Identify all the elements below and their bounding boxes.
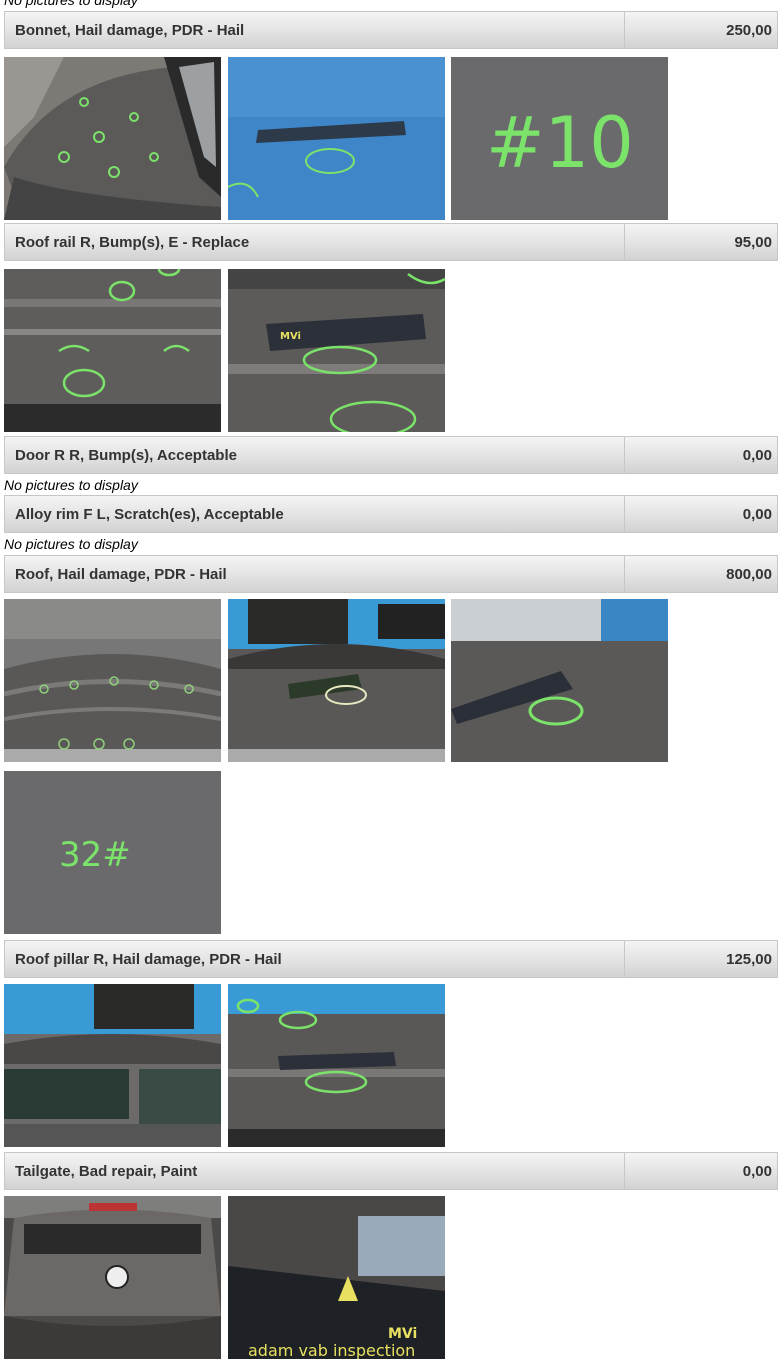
- damage-label: Alloy rim F L, Scratch(es), Acceptable: [15, 506, 284, 523]
- column-divider: [624, 496, 625, 532]
- damage-amount: 250,00: [726, 22, 772, 39]
- photo-thumbnail[interactable]: [4, 57, 221, 220]
- damage-row-tailgate[interactable]: Tailgate, Bad repair, Paint 0,00: [4, 1152, 778, 1190]
- photo-thumbnail[interactable]: [228, 984, 445, 1147]
- column-divider: [624, 556, 625, 592]
- damage-amount: 800,00: [726, 566, 772, 583]
- no-pictures-note-top: No pictures to display: [4, 0, 138, 8]
- damage-row-bonnet[interactable]: Bonnet, Hail damage, PDR - Hail 250,00: [4, 11, 778, 49]
- damage-amount: 125,00: [726, 951, 772, 968]
- damage-row-alloy-rim[interactable]: Alloy rim F L, Scratch(es), Acceptable 0…: [4, 495, 778, 533]
- damage-label: Roof rail R, Bump(s), E - Replace: [15, 234, 250, 251]
- photo-thumbnail[interactable]: [4, 269, 221, 432]
- photo-thumbnail[interactable]: [4, 599, 221, 762]
- photo-thumbnail[interactable]: MVi adam vab inspection: [228, 1196, 445, 1359]
- damage-label: Roof, Hail damage, PDR - Hail: [15, 566, 227, 583]
- ruler-brand: MVi: [388, 1326, 417, 1342]
- photo-thumbnail[interactable]: 32#: [4, 771, 221, 934]
- marker-text: #10: [486, 102, 634, 184]
- column-divider: [624, 437, 625, 473]
- damage-label: Bonnet, Hail damage, PDR - Hail: [15, 22, 245, 39]
- photo-thumbnail[interactable]: [4, 1196, 221, 1359]
- column-divider: [624, 224, 625, 260]
- photo-thumbnail[interactable]: [451, 599, 668, 762]
- damage-label: Roof pillar R, Hail damage, PDR - Hail: [15, 951, 282, 968]
- column-divider: [624, 12, 625, 48]
- damage-row-roof-pillar[interactable]: Roof pillar R, Hail damage, PDR - Hail 1…: [4, 940, 778, 978]
- photo-thumbnail[interactable]: MVi: [228, 269, 445, 432]
- no-pictures-note: No pictures to display: [4, 477, 138, 493]
- damage-amount: 95,00: [734, 234, 772, 251]
- ruler-caption: adam vab inspection: [248, 1341, 415, 1359]
- damage-amount: 0,00: [742, 1163, 772, 1180]
- ruler-brand: MVi: [280, 331, 301, 342]
- photo-thumbnail[interactable]: #10: [451, 57, 668, 220]
- damage-label: Door R R, Bump(s), Acceptable: [15, 447, 237, 464]
- damage-label: Tailgate, Bad repair, Paint: [15, 1163, 198, 1180]
- damage-row-roof[interactable]: Roof, Hail damage, PDR - Hail 800,00: [4, 555, 778, 593]
- damage-amount: 0,00: [742, 447, 772, 464]
- photo-thumbnail[interactable]: [228, 599, 445, 762]
- damage-amount: 0,00: [742, 506, 772, 523]
- column-divider: [624, 941, 625, 977]
- photo-thumbnail[interactable]: [4, 984, 221, 1147]
- damage-row-door[interactable]: Door R R, Bump(s), Acceptable 0,00: [4, 436, 778, 474]
- marker-text: 32#: [59, 835, 131, 875]
- photo-thumbnail[interactable]: [228, 57, 445, 220]
- damage-row-roof-rail[interactable]: Roof rail R, Bump(s), E - Replace 95,00: [4, 223, 778, 261]
- column-divider: [624, 1153, 625, 1189]
- no-pictures-note: No pictures to display: [4, 536, 138, 552]
